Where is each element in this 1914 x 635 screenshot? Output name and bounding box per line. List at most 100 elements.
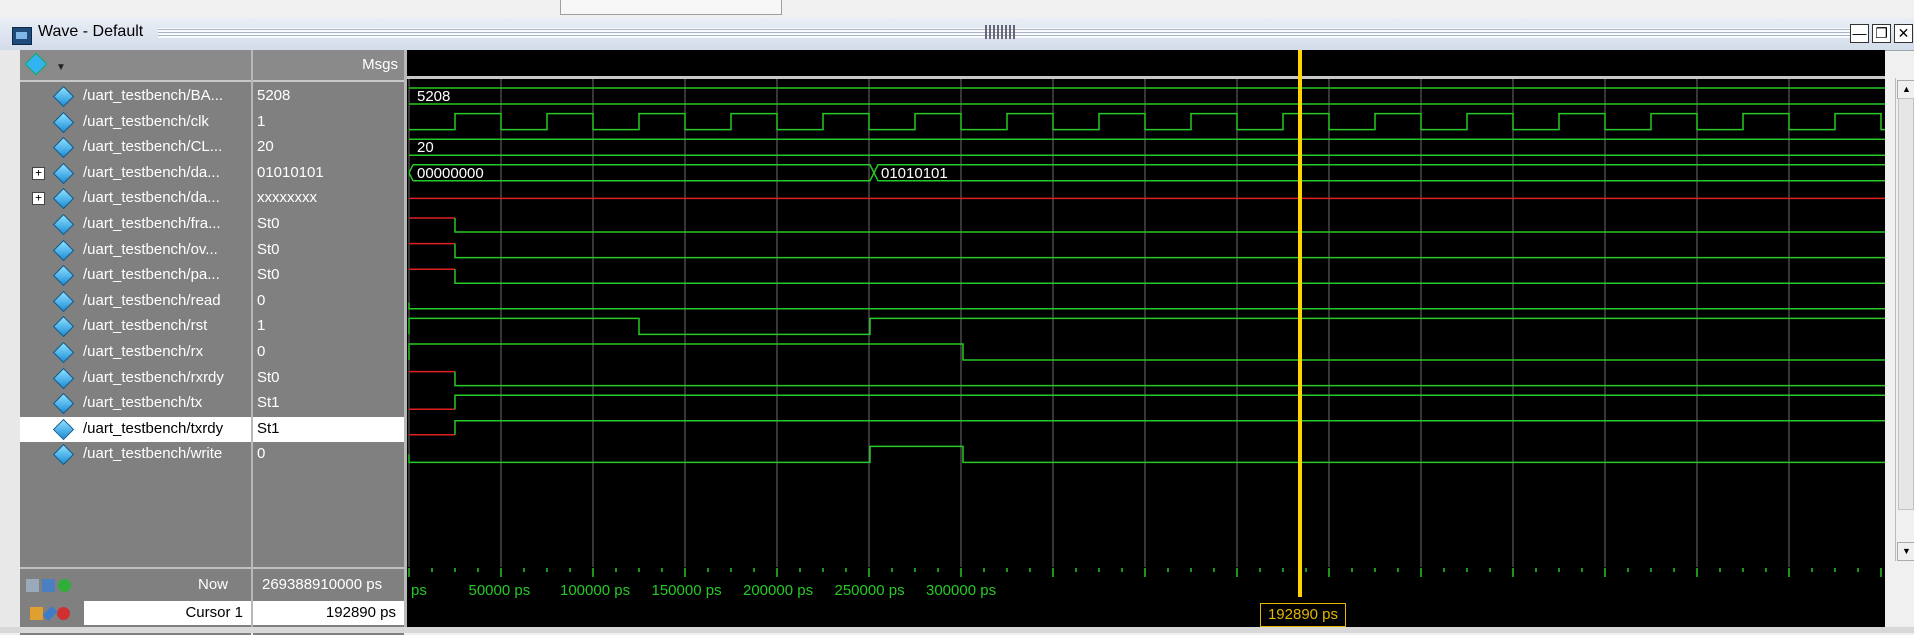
add-cursor-icon[interactable]	[58, 578, 71, 592]
signal-trace	[454, 269, 1885, 284]
waveform-canvas[interactable]: 5208 20 00000000 01010101	[407, 50, 1914, 633]
bus-value-label: 20	[417, 139, 434, 156]
scroll-down-icon[interactable]: ▼	[1897, 542, 1914, 561]
signal-value: 0	[257, 291, 266, 309]
bus-trace	[409, 138, 1885, 156]
signal-value-row[interactable]: 1	[253, 110, 404, 135]
delete-cursor-icon[interactable]	[57, 606, 70, 620]
signal-row[interactable]: + /uart_testbench/da...	[20, 186, 251, 211]
signal-row[interactable]: /uart_testbench/read	[20, 289, 251, 314]
names-header: ▼	[20, 50, 251, 82]
time-tick-label: 200000 ps	[743, 582, 814, 599]
signal-row[interactable]: /uart_testbench/txrdy	[20, 416, 251, 442]
cursor-name: Cursor 1	[185, 604, 243, 621]
window-title: Wave - Default	[38, 23, 144, 40]
top-toolbar-strip	[0, 0, 1914, 18]
signal-icon	[52, 265, 75, 287]
now-value: 269388910000 ps	[262, 576, 383, 593]
scroll-thumb[interactable]	[1898, 98, 1914, 510]
expand-icon[interactable]: +	[32, 192, 45, 206]
edit-cursor-icon[interactable]	[42, 578, 55, 592]
minimize-button[interactable]: —	[1850, 24, 1869, 43]
cursor-1-row[interactable]: Cursor 1	[84, 601, 251, 625]
insert-cursor-icon[interactable]	[26, 578, 39, 592]
signal-trace	[408, 317, 1885, 336]
time-ruler[interactable]: ps 50000 ps 100000 ps 150000 ps 200000 ps 250…	[407, 567, 1885, 627]
signal-value-row[interactable]: St1	[253, 416, 404, 442]
signal-value: St0	[257, 215, 280, 232]
signal-value-row[interactable]: 5208	[253, 84, 404, 109]
signal-row[interactable]: /uart_testbench/rx	[20, 340, 251, 365]
signal-name: /uart_testbench/rx	[83, 343, 204, 360]
signal-trace	[408, 302, 1885, 310]
signal-value: St0	[257, 368, 280, 386]
signal-value: St1	[257, 394, 280, 412]
signal-row[interactable]: /uart_testbench/write	[20, 442, 251, 467]
signal-name: /uart_testbench/ov...	[83, 240, 218, 258]
scroll-up-icon[interactable]: ▲	[1897, 80, 1914, 99]
signal-icon	[52, 137, 75, 159]
vertical-scrollbar[interactable]: ▲ ▼	[1895, 78, 1914, 561]
time-tick-label: 250000 ps	[834, 582, 905, 599]
bus-trace	[409, 87, 1885, 105]
chevron-down-icon[interactable]: ▼	[56, 62, 66, 73]
lock-icon[interactable]	[30, 606, 43, 620]
cursor-line	[1298, 50, 1302, 567]
signal-value-row[interactable]: 0	[253, 340, 404, 365]
waveform-svg[interactable]: 5208 20 00000000 01010101	[407, 50, 1914, 567]
bus-value-label: 5208	[417, 88, 450, 105]
signal-row[interactable]: /uart_testbench/rxrdy	[20, 366, 251, 391]
signal-row[interactable]: /uart_testbench/rst	[20, 314, 251, 339]
signal-value-row[interactable]: St0	[253, 263, 404, 288]
wave-window-icon	[12, 27, 32, 45]
signal-row[interactable]: /uart_testbench/clk	[20, 110, 251, 135]
signal-row[interactable]: + /uart_testbench/da...	[20, 161, 251, 186]
signal-icon	[52, 85, 75, 108]
signal-trace	[454, 243, 1885, 259]
signal-value-row[interactable]: xxxxxxxx	[253, 186, 404, 211]
signal-name: /uart_testbench/rxrdy	[83, 368, 224, 386]
signal-row[interactable]: /uart_testbench/pa...	[20, 263, 251, 288]
signal-value-row[interactable]: 1	[253, 314, 404, 339]
signal-type-icon[interactable]	[24, 52, 48, 76]
window-titlebar[interactable]: Wave - Default — ❐ ✕	[0, 18, 1914, 51]
signal-value-row[interactable]: 0	[253, 289, 404, 314]
signal-row[interactable]: /uart_testbench/tx	[20, 391, 251, 416]
signal-name: /uart_testbench/rst	[83, 317, 208, 335]
undock-button[interactable]: ❐	[1872, 24, 1891, 43]
cursor-time-tag[interactable]: 192890 ps	[1260, 603, 1346, 627]
signal-value-row[interactable]: St0	[253, 212, 404, 237]
signal-value-row[interactable]: St0	[253, 238, 404, 263]
left-margin	[0, 50, 20, 633]
signal-value-row[interactable]: St1	[253, 391, 404, 416]
pencil-icon[interactable]	[42, 605, 58, 621]
signal-value-row[interactable]: 20	[253, 135, 404, 160]
drag-handle-icon[interactable]	[985, 25, 1015, 39]
signal-value-row[interactable]: 01010101	[253, 161, 404, 186]
expand-icon[interactable]: +	[32, 166, 45, 180]
wave-header-separator	[407, 76, 1885, 79]
bottom-border	[0, 627, 1914, 633]
time-tick-label: 150000 ps	[651, 582, 722, 599]
signal-value: 1	[257, 112, 266, 130]
toolbar-fragment	[560, 0, 782, 15]
cursor-1-value-cell[interactable]: 192890 ps	[253, 601, 404, 625]
signal-icon	[52, 444, 75, 466]
signal-value-row[interactable]: 0	[253, 442, 404, 467]
signal-row[interactable]: /uart_testbench/ov...	[20, 238, 251, 263]
signal-value: St0	[257, 240, 280, 258]
signal-icon	[52, 188, 75, 210]
time-tick-label: 100000 ps	[560, 582, 631, 599]
close-button[interactable]: ✕	[1894, 24, 1913, 43]
signal-icon	[52, 341, 75, 364]
signal-name: /uart_testbench/write	[83, 445, 223, 463]
signal-value: St1	[257, 419, 280, 437]
signal-value-row[interactable]: St0	[253, 366, 404, 391]
signal-trace	[454, 420, 1885, 435]
signal-row[interactable]: /uart_testbench/fra...	[20, 212, 251, 237]
signal-row[interactable]: /uart_testbench/BA...	[20, 84, 251, 109]
signal-row[interactable]: /uart_testbench/CL...	[20, 135, 251, 160]
signal-name: /uart_testbench/da...	[83, 189, 220, 207]
cursor-toolbar	[26, 576, 74, 593]
signal-icon	[52, 418, 75, 440]
